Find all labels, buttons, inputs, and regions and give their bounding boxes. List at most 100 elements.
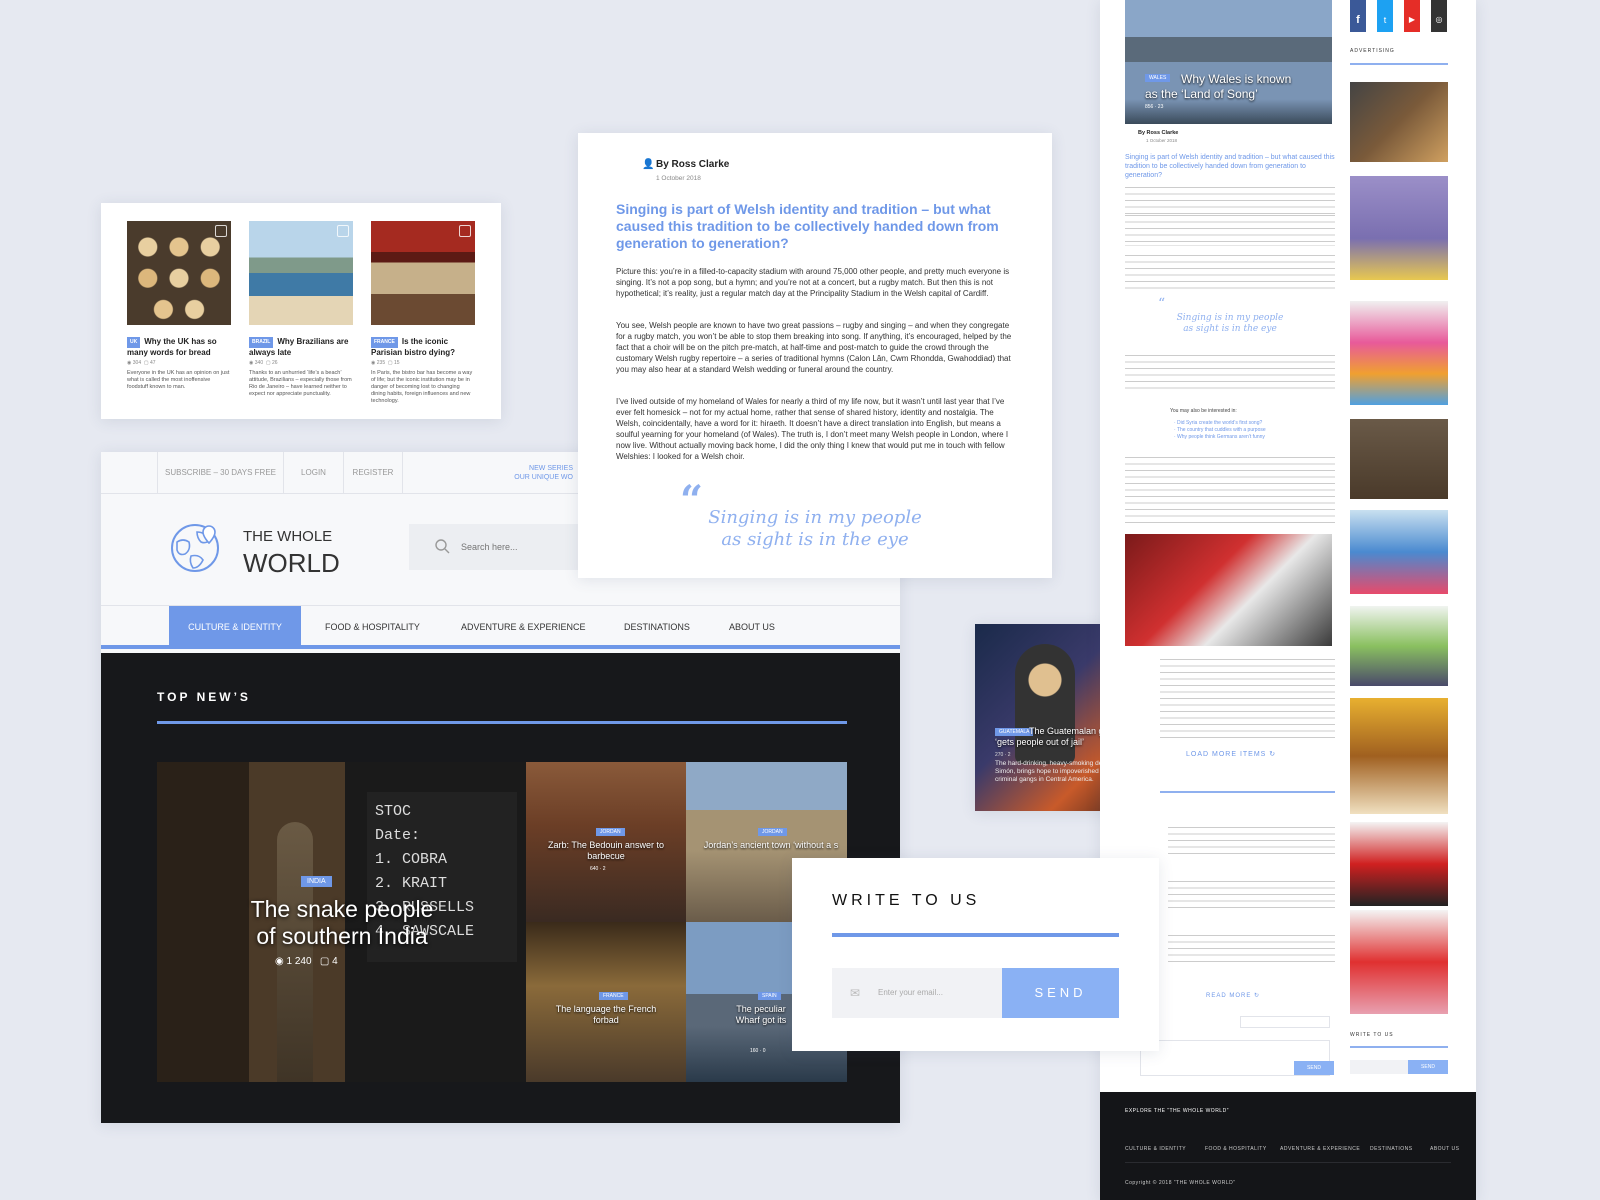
author-name[interactable]: By Ross Clarke <box>656 159 729 170</box>
register-link[interactable]: REGISTER <box>343 452 403 494</box>
eye-icon: ◉ <box>249 360 254 366</box>
comment-count: 4 <box>332 956 338 967</box>
youtube-icon[interactable]: ▶ <box>1404 0 1420 32</box>
comment-icon: ▢ <box>319 956 330 967</box>
hero-tag: INDIA <box>301 876 332 887</box>
rio-beach-image <box>249 221 353 325</box>
ad-banner[interactable] <box>1350 419 1448 499</box>
expand-icon[interactable] <box>459 225 471 237</box>
long-quote-line-2: as sight is in the eye <box>1183 324 1277 334</box>
nav-food-hospitality[interactable]: FOOD & HOSPITALITY <box>325 606 420 648</box>
comment-text <box>1168 826 1335 854</box>
quote-mark-icon: “ <box>1158 296 1166 312</box>
rugby-fans-image <box>1125 534 1332 646</box>
tag-badge: FRANCE <box>371 337 398 348</box>
text-block <box>1160 658 1335 738</box>
eye-icon: ◉ <box>275 956 284 967</box>
new-series-link[interactable]: NEW SERIES OUR UNIQUE WO <box>501 464 573 482</box>
news-tag: SPAIN <box>758 992 781 1000</box>
top-news-section: TOP NEW’S STOC Date: 1. COBRA 2. KRAIT 3. RU… <box>101 653 900 1123</box>
nav-about-us[interactable]: ABOUT US <box>729 606 775 648</box>
login-link[interactable]: LOGIN <box>283 452 343 494</box>
twitter-icon[interactable]: t <box>1377 0 1393 32</box>
news-title: The peculiar Wharf got its <box>735 1004 787 1025</box>
globe-logo-icon[interactable] <box>169 522 221 574</box>
ad-banner[interactable] <box>1350 822 1448 906</box>
load-more-label: LOAD MORE ITEMS <box>1186 751 1267 758</box>
comment-count: 26 <box>272 360 278 366</box>
news-tag: FRANCE <box>599 992 628 1000</box>
footer-nav-food[interactable]: FOOD & HOSPITALITY <box>1205 1146 1267 1152</box>
footer-nav-adventure[interactable]: ADVENTURE & EXPERIENCE <box>1280 1146 1360 1152</box>
text-block <box>1125 214 1335 244</box>
view-count: 856 <box>1145 104 1154 110</box>
instagram-icon[interactable]: ◎ <box>1431 0 1447 32</box>
sidebar-email-input[interactable] <box>1350 1060 1408 1074</box>
ad-banner[interactable] <box>1350 301 1448 405</box>
comment-email-field[interactable] <box>1240 1016 1330 1028</box>
news-title: The language the French forbad <box>555 1004 657 1025</box>
footer-divider <box>1125 1162 1451 1163</box>
view-count: 304 <box>132 360 142 366</box>
text-block <box>1125 354 1335 394</box>
footer-nav-destinations[interactable]: DESTINATIONS <box>1370 1146 1413 1152</box>
footer-nav-about[interactable]: ABOUT US <box>1430 1146 1459 1152</box>
nav-culture-identity[interactable]: CULTURE & IDENTITY <box>169 606 301 648</box>
footer: EXPLORE THE “THE WHOLE WORLD” CULTURE & … <box>1100 1092 1476 1200</box>
comment-icon: ▢ <box>265 360 271 366</box>
comment-count: 47 <box>150 360 156 366</box>
story-tile[interactable]: FRANCE Is the iconic Parisian bistro dyin… <box>371 221 475 405</box>
main-nav: CULTURE & IDENTITY FOOD & HOSPITALITY AD… <box>101 606 900 649</box>
wales-title-line-1: Why Wales is known <box>1181 72 1292 86</box>
facebook-icon[interactable]: f <box>1350 0 1366 32</box>
tile-description: Everyone in the UK has an opinion on jus… <box>127 370 230 390</box>
newsletter-card: WRITE TO US ✉ Enter your email... SEND <box>792 858 1159 1051</box>
expand-icon[interactable] <box>215 225 227 237</box>
email-placeholder: Enter your email... <box>878 988 943 997</box>
hero-story[interactable]: STOC Date: 1. COBRA 2. KRAIT 3. RUSSELLS 4. S… <box>157 762 526 1082</box>
comment-icon: ▢ <box>143 360 149 366</box>
comment-send-button[interactable]: SEND <box>1294 1061 1334 1075</box>
nav-adventure-experience[interactable]: ADVENTURE & EXPERIENCE <box>461 606 586 648</box>
news-item[interactable]: FRANCE The language the French forbad <box>526 922 686 1082</box>
hero-title-line-1: The snake people <box>250 896 434 922</box>
read-more-button[interactable]: READ MORE ↻ <box>1206 992 1260 999</box>
news-title: Zarb: The Bedouin answer to barbecue <box>548 840 664 861</box>
comment-text <box>1168 934 1335 962</box>
send-button[interactable]: SEND <box>1002 968 1119 1018</box>
footer-nav-culture[interactable]: CULTURE & IDENTITY <box>1125 1146 1186 1152</box>
nav-destinations[interactable]: DESTINATIONS <box>624 606 690 648</box>
comment-count: 23 <box>1157 104 1164 110</box>
load-more-button[interactable]: LOAD MORE ITEMS ↻ <box>1186 750 1276 758</box>
related-link[interactable]: · The country that cuddles with a purpos… <box>1174 427 1266 434</box>
expand-icon[interactable] <box>337 225 349 237</box>
email-field[interactable]: ✉ Enter your email... <box>832 968 1002 1018</box>
footer-explore: EXPLORE THE “THE WHOLE WORLD” <box>1125 1108 1229 1114</box>
related-link[interactable]: · Why people think Germans aren’t funny <box>1174 434 1266 441</box>
subscribe-link[interactable]: SUBSCRIBE – 30 DAYS FREE <box>157 452 283 494</box>
write-to-us-underline <box>1350 1046 1448 1048</box>
view-count: 235 <box>376 360 386 366</box>
ad-banner[interactable] <box>1350 510 1448 594</box>
hero-title[interactable]: The snake people of southern India <box>197 896 487 950</box>
ad-banner[interactable] <box>1350 698 1448 814</box>
wales-hero[interactable]: WALES Why Wales is known as the ‘Land of … <box>1125 0 1332 124</box>
wales-title: Why Wales is known as the ‘Land of Song’ <box>1145 72 1325 102</box>
sidebar-send-button[interactable]: SEND <box>1408 1060 1448 1074</box>
news-item[interactable]: JORDAN Zarb: The Bedouin answer to barbe… <box>526 762 686 922</box>
story-tile[interactable]: UK Why the UK has so many words for bread… <box>127 221 231 391</box>
tag-badge: BRAZIL <box>249 337 274 348</box>
ad-banner[interactable] <box>1350 910 1448 1014</box>
long-author[interactable]: By Ross Clarke <box>1138 130 1178 136</box>
ad-banner[interactable] <box>1350 606 1448 686</box>
comment-text <box>1168 880 1335 908</box>
story-tile[interactable]: BRAZIL Why Brazilians are always late ◉ 3… <box>249 221 353 398</box>
tile-title[interactable]: Why the UK has so many words for bread <box>127 337 217 357</box>
long-quote-line-1: Singing is in my people <box>1176 313 1284 323</box>
ad-banner[interactable] <box>1350 82 1448 162</box>
related-link[interactable]: · Did Syria create the world’s first son… <box>1174 420 1266 427</box>
comment-icon: ▢ <box>387 360 393 366</box>
ad-banner[interactable] <box>1350 176 1448 280</box>
hero-title-line-2: of southern India <box>256 923 428 949</box>
comment-count: 2 <box>1007 752 1011 758</box>
